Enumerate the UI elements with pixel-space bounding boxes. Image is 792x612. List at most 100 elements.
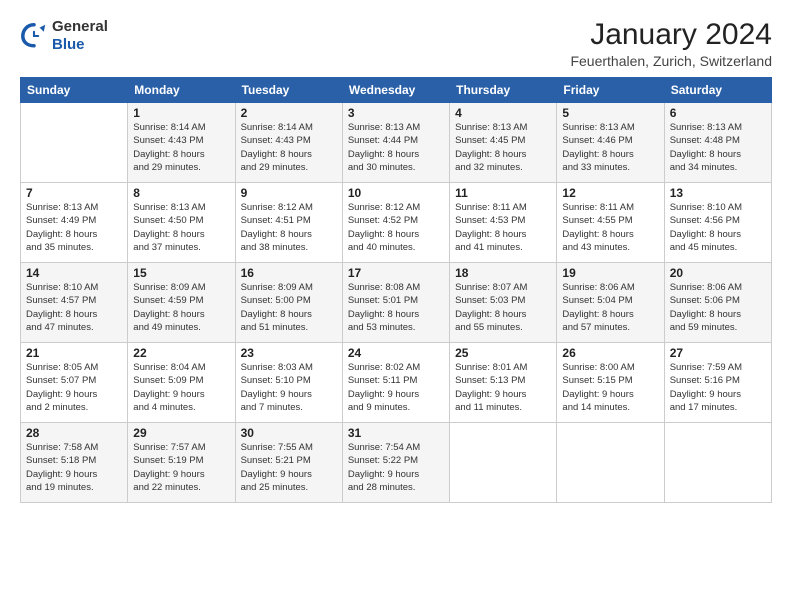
day-number: 19 — [562, 266, 658, 280]
day-number: 14 — [26, 266, 122, 280]
header-tuesday: Tuesday — [235, 78, 342, 103]
calendar-week-row: 21Sunrise: 8:05 AM Sunset: 5:07 PM Dayli… — [21, 343, 772, 423]
header-saturday: Saturday — [664, 78, 771, 103]
day-info: Sunrise: 8:12 AM Sunset: 4:51 PM Dayligh… — [241, 201, 337, 254]
day-number: 3 — [348, 106, 444, 120]
header-sunday: Sunday — [21, 78, 128, 103]
day-info: Sunrise: 8:13 AM Sunset: 4:45 PM Dayligh… — [455, 121, 551, 174]
day-info: Sunrise: 8:06 AM Sunset: 5:06 PM Dayligh… — [670, 281, 766, 334]
table-row: 31Sunrise: 7:54 AM Sunset: 5:22 PM Dayli… — [342, 423, 449, 503]
table-row: 25Sunrise: 8:01 AM Sunset: 5:13 PM Dayli… — [450, 343, 557, 423]
day-number: 27 — [670, 346, 766, 360]
table-row: 6Sunrise: 8:13 AM Sunset: 4:48 PM Daylig… — [664, 103, 771, 183]
day-number: 29 — [133, 426, 229, 440]
day-info: Sunrise: 7:57 AM Sunset: 5:19 PM Dayligh… — [133, 441, 229, 494]
day-number: 8 — [133, 186, 229, 200]
table-row: 8Sunrise: 8:13 AM Sunset: 4:50 PM Daylig… — [128, 183, 235, 263]
day-number: 16 — [241, 266, 337, 280]
day-info: Sunrise: 8:12 AM Sunset: 4:52 PM Dayligh… — [348, 201, 444, 254]
day-info: Sunrise: 8:10 AM Sunset: 4:57 PM Dayligh… — [26, 281, 122, 334]
table-row — [664, 423, 771, 503]
table-row: 5Sunrise: 8:13 AM Sunset: 4:46 PM Daylig… — [557, 103, 664, 183]
day-number: 13 — [670, 186, 766, 200]
day-info: Sunrise: 7:55 AM Sunset: 5:21 PM Dayligh… — [241, 441, 337, 494]
day-info: Sunrise: 8:13 AM Sunset: 4:46 PM Dayligh… — [562, 121, 658, 174]
calendar-title: January 2024 — [570, 18, 772, 51]
day-info: Sunrise: 8:09 AM Sunset: 4:59 PM Dayligh… — [133, 281, 229, 334]
day-number: 9 — [241, 186, 337, 200]
table-row: 19Sunrise: 8:06 AM Sunset: 5:04 PM Dayli… — [557, 263, 664, 343]
day-number: 18 — [455, 266, 551, 280]
day-number: 20 — [670, 266, 766, 280]
day-number: 6 — [670, 106, 766, 120]
day-number: 25 — [455, 346, 551, 360]
day-number: 31 — [348, 426, 444, 440]
logo-blue: Blue — [52, 36, 108, 54]
day-info: Sunrise: 7:58 AM Sunset: 5:18 PM Dayligh… — [26, 441, 122, 494]
day-info: Sunrise: 8:01 AM Sunset: 5:13 PM Dayligh… — [455, 361, 551, 414]
logo: General Blue — [20, 18, 108, 54]
table-row — [21, 103, 128, 183]
day-info: Sunrise: 8:09 AM Sunset: 5:00 PM Dayligh… — [241, 281, 337, 334]
day-number: 26 — [562, 346, 658, 360]
table-row — [450, 423, 557, 503]
table-row — [557, 423, 664, 503]
table-row: 27Sunrise: 7:59 AM Sunset: 5:16 PM Dayli… — [664, 343, 771, 423]
table-row: 7Sunrise: 8:13 AM Sunset: 4:49 PM Daylig… — [21, 183, 128, 263]
header: General Blue January 2024 Feuerthalen, Z… — [20, 18, 772, 69]
day-info: Sunrise: 8:13 AM Sunset: 4:44 PM Dayligh… — [348, 121, 444, 174]
table-row: 10Sunrise: 8:12 AM Sunset: 4:52 PM Dayli… — [342, 183, 449, 263]
table-row: 23Sunrise: 8:03 AM Sunset: 5:10 PM Dayli… — [235, 343, 342, 423]
day-number: 23 — [241, 346, 337, 360]
day-number: 28 — [26, 426, 122, 440]
day-number: 15 — [133, 266, 229, 280]
day-info: Sunrise: 8:14 AM Sunset: 4:43 PM Dayligh… — [133, 121, 229, 174]
day-number: 10 — [348, 186, 444, 200]
day-number: 4 — [455, 106, 551, 120]
table-row: 2Sunrise: 8:14 AM Sunset: 4:43 PM Daylig… — [235, 103, 342, 183]
day-number: 1 — [133, 106, 229, 120]
day-info: Sunrise: 8:10 AM Sunset: 4:56 PM Dayligh… — [670, 201, 766, 254]
day-number: 2 — [241, 106, 337, 120]
day-info: Sunrise: 8:14 AM Sunset: 4:43 PM Dayligh… — [241, 121, 337, 174]
header-friday: Friday — [557, 78, 664, 103]
day-info: Sunrise: 8:05 AM Sunset: 5:07 PM Dayligh… — [26, 361, 122, 414]
table-row: 16Sunrise: 8:09 AM Sunset: 5:00 PM Dayli… — [235, 263, 342, 343]
logo-general: General — [52, 18, 108, 36]
table-row: 12Sunrise: 8:11 AM Sunset: 4:55 PM Dayli… — [557, 183, 664, 263]
table-row: 29Sunrise: 7:57 AM Sunset: 5:19 PM Dayli… — [128, 423, 235, 503]
header-monday: Monday — [128, 78, 235, 103]
table-row: 11Sunrise: 8:11 AM Sunset: 4:53 PM Dayli… — [450, 183, 557, 263]
table-row: 17Sunrise: 8:08 AM Sunset: 5:01 PM Dayli… — [342, 263, 449, 343]
table-row: 24Sunrise: 8:02 AM Sunset: 5:11 PM Dayli… — [342, 343, 449, 423]
table-row: 26Sunrise: 8:00 AM Sunset: 5:15 PM Dayli… — [557, 343, 664, 423]
day-info: Sunrise: 8:04 AM Sunset: 5:09 PM Dayligh… — [133, 361, 229, 414]
day-info: Sunrise: 8:13 AM Sunset: 4:50 PM Dayligh… — [133, 201, 229, 254]
table-row: 14Sunrise: 8:10 AM Sunset: 4:57 PM Dayli… — [21, 263, 128, 343]
day-info: Sunrise: 8:13 AM Sunset: 4:48 PM Dayligh… — [670, 121, 766, 174]
day-info: Sunrise: 8:02 AM Sunset: 5:11 PM Dayligh… — [348, 361, 444, 414]
table-row: 22Sunrise: 8:04 AM Sunset: 5:09 PM Dayli… — [128, 343, 235, 423]
day-number: 11 — [455, 186, 551, 200]
day-info: Sunrise: 7:54 AM Sunset: 5:22 PM Dayligh… — [348, 441, 444, 494]
table-row: 21Sunrise: 8:05 AM Sunset: 5:07 PM Dayli… — [21, 343, 128, 423]
day-info: Sunrise: 8:07 AM Sunset: 5:03 PM Dayligh… — [455, 281, 551, 334]
table-row: 1Sunrise: 8:14 AM Sunset: 4:43 PM Daylig… — [128, 103, 235, 183]
calendar-week-row: 28Sunrise: 7:58 AM Sunset: 5:18 PM Dayli… — [21, 423, 772, 503]
day-info: Sunrise: 7:59 AM Sunset: 5:16 PM Dayligh… — [670, 361, 766, 414]
day-number: 21 — [26, 346, 122, 360]
day-number: 5 — [562, 106, 658, 120]
day-info: Sunrise: 8:11 AM Sunset: 4:53 PM Dayligh… — [455, 201, 551, 254]
day-number: 22 — [133, 346, 229, 360]
day-number: 30 — [241, 426, 337, 440]
header-wednesday: Wednesday — [342, 78, 449, 103]
table-row: 18Sunrise: 8:07 AM Sunset: 5:03 PM Dayli… — [450, 263, 557, 343]
header-thursday: Thursday — [450, 78, 557, 103]
day-number: 12 — [562, 186, 658, 200]
day-info: Sunrise: 8:00 AM Sunset: 5:15 PM Dayligh… — [562, 361, 658, 414]
table-row: 20Sunrise: 8:06 AM Sunset: 5:06 PM Dayli… — [664, 263, 771, 343]
weekday-header-row: Sunday Monday Tuesday Wednesday Thursday… — [21, 78, 772, 103]
day-number: 7 — [26, 186, 122, 200]
title-area: January 2024 Feuerthalen, Zurich, Switze… — [570, 18, 772, 69]
calendar-week-row: 1Sunrise: 8:14 AM Sunset: 4:43 PM Daylig… — [21, 103, 772, 183]
